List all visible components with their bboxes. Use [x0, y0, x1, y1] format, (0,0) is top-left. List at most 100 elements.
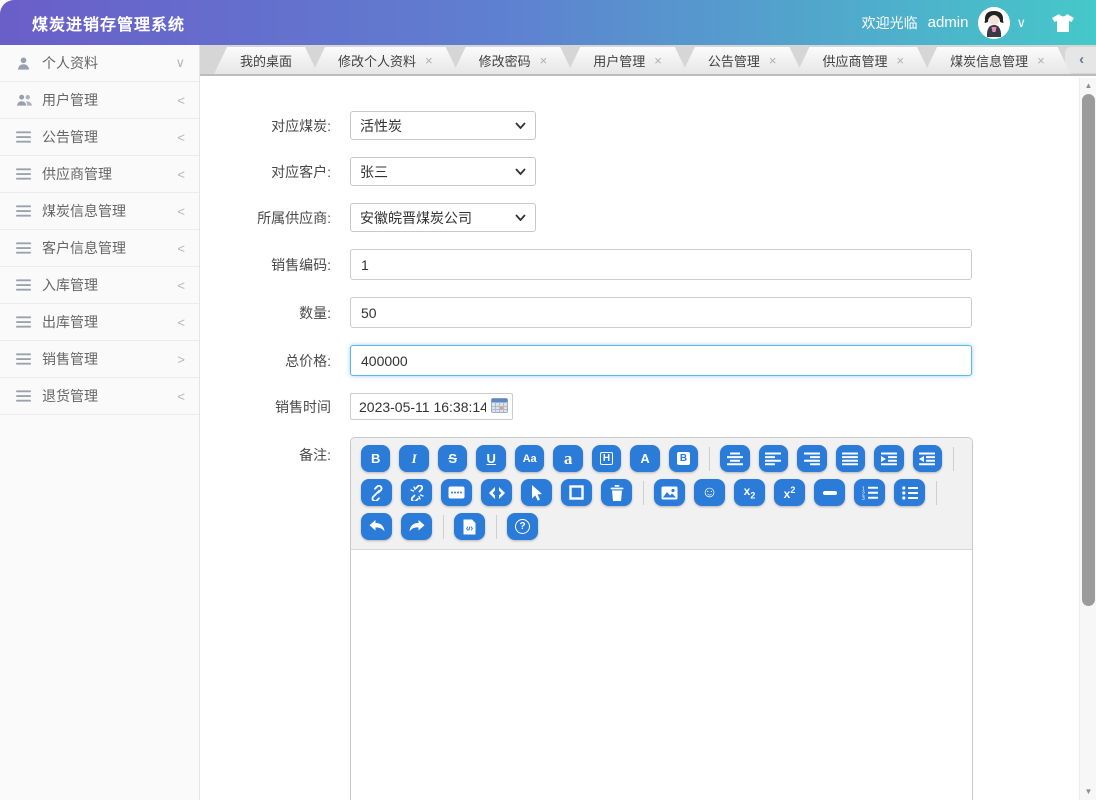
avatar[interactable]: [978, 7, 1010, 39]
highlight-color-button[interactable]: B: [669, 445, 698, 472]
trash-button[interactable]: [601, 479, 632, 506]
align-right-button[interactable]: [797, 445, 826, 472]
font-size-button[interactable]: Aa: [515, 445, 544, 472]
unordered-list-icon: [902, 486, 918, 500]
coal-select[interactable]: 活性炭: [350, 111, 536, 140]
rectangle-icon: [569, 485, 584, 500]
sidebar-item-3[interactable]: 供应商管理<: [0, 156, 199, 193]
sidebar-item-1[interactable]: 用户管理<: [0, 82, 199, 119]
subscript-icon: x2: [744, 484, 756, 500]
textbox-button[interactable]: [441, 479, 472, 506]
strikethrough-icon: S: [448, 451, 457, 466]
sidebar-item-9[interactable]: 退货管理<: [0, 378, 199, 415]
user-icon: [16, 56, 36, 71]
tab-4[interactable]: 公告管理×: [682, 47, 803, 74]
sidebar-item-0[interactable]: 个人资料∨: [0, 45, 199, 82]
app-header: 煤炭进销存管理系统 欢迎光临 admin ∨: [0, 0, 1096, 45]
tab-close-icon[interactable]: ×: [896, 53, 904, 68]
subscript-button[interactable]: x2: [734, 479, 765, 506]
sidebar-item-6[interactable]: 入库管理<: [0, 267, 199, 304]
menu-icon: [16, 242, 36, 254]
sidebar-item-5[interactable]: 客户信息管理<: [0, 230, 199, 267]
help-button[interactable]: ?: [507, 513, 538, 540]
sidebar-item-7[interactable]: 出库管理<: [0, 304, 199, 341]
align-left-button[interactable]: [759, 445, 788, 472]
avatar-image: [978, 7, 1010, 39]
sale-time-input[interactable]: [350, 393, 513, 420]
font-family-button[interactable]: a: [553, 445, 582, 472]
menu-icon: [16, 131, 36, 143]
calendar-icon[interactable]: [491, 398, 508, 413]
scroll-up-icon[interactable]: ▲: [1080, 78, 1096, 94]
superscript-icon: x2: [784, 485, 796, 501]
tab-6[interactable]: 煤炭信息管理×: [924, 47, 1071, 74]
image-button[interactable]: [654, 479, 685, 506]
indent-button[interactable]: [874, 445, 903, 472]
total-price-input[interactable]: [350, 345, 972, 376]
tshirt-icon[interactable]: [1052, 14, 1074, 32]
heading-button[interactable]: H: [592, 445, 621, 472]
sidebar-menu: 个人资料∨用户管理<公告管理<供应商管理<煤炭信息管理<客户信息管理<入库管理<…: [0, 45, 199, 415]
editor-body[interactable]: [351, 550, 972, 800]
indent-icon: [881, 452, 897, 466]
outdent-icon: [919, 452, 935, 466]
source-code-button[interactable]: [454, 513, 485, 540]
align-center-button[interactable]: [720, 445, 749, 472]
cursor-button[interactable]: [521, 479, 552, 506]
link-button[interactable]: [361, 479, 392, 506]
quantity-input[interactable]: [350, 297, 972, 328]
font-color-icon: A: [640, 451, 649, 466]
code-button[interactable]: [481, 479, 512, 506]
tab-close-icon[interactable]: ×: [654, 53, 662, 68]
tab-5[interactable]: 供应商管理×: [796, 47, 930, 74]
horizontal-rule-button[interactable]: [814, 479, 845, 506]
tab-3[interactable]: 用户管理×: [567, 47, 688, 74]
redo-icon: [409, 520, 425, 533]
heading-icon: H: [600, 452, 613, 465]
tab-2[interactable]: 修改密码×: [453, 47, 574, 74]
unordered-list-button[interactable]: [894, 479, 925, 506]
align-right-icon: [804, 452, 820, 466]
image-icon: [661, 486, 678, 500]
tab-1[interactable]: 修改个人资料×: [312, 47, 459, 74]
supplier-select[interactable]: 安徽皖晋煤炭公司: [350, 203, 536, 232]
outdent-button[interactable]: [913, 445, 942, 472]
strikethrough-button[interactable]: S: [438, 445, 467, 472]
tab-0[interactable]: 我的桌面: [214, 47, 318, 74]
tab-scroll-left-button[interactable]: ‹: [1071, 51, 1093, 68]
sidebar-item-4[interactable]: 煤炭信息管理<: [0, 193, 199, 230]
rectangle-button[interactable]: [561, 479, 592, 506]
italic-button[interactable]: I: [399, 445, 428, 472]
sale-code-label: 销售编码:: [200, 255, 350, 275]
vertical-scrollbar[interactable]: ▲ ▼: [1079, 78, 1096, 800]
sidebar-item-8[interactable]: 销售管理>: [0, 341, 199, 378]
tab-close-icon[interactable]: ×: [1037, 53, 1045, 68]
bold-button[interactable]: B: [361, 445, 390, 472]
customer-select[interactable]: 张三: [350, 157, 536, 186]
editor-toolbar: B I S U Aaa H A B ☺ x2 x2 123?: [351, 438, 972, 550]
customer-label: 对应客户:: [200, 162, 350, 182]
underline-button[interactable]: U: [476, 445, 505, 472]
tab-close-icon[interactable]: ×: [540, 53, 548, 68]
scroll-down-icon[interactable]: ▼: [1080, 784, 1096, 800]
font-color-button[interactable]: A: [630, 445, 659, 472]
remark-label: 备注:: [200, 437, 350, 465]
superscript-button[interactable]: x2: [774, 479, 805, 506]
unlink-button[interactable]: [401, 479, 432, 506]
italic-icon: I: [412, 451, 417, 467]
sidebar-item-2[interactable]: 公告管理<: [0, 119, 199, 156]
menu-icon: [16, 316, 36, 328]
undo-button[interactable]: [361, 513, 392, 540]
ordered-list-button[interactable]: 123: [854, 479, 885, 506]
sale-code-input[interactable]: [350, 249, 972, 280]
rich-text-editor: B I S U Aaa H A B ☺ x2 x2 123?: [350, 437, 973, 800]
chevron-down-icon[interactable]: ∨: [1016, 15, 1026, 31]
scrollbar-thumb[interactable]: [1082, 94, 1095, 606]
redo-button[interactable]: [401, 513, 432, 540]
tab-close-icon[interactable]: ×: [425, 53, 433, 68]
emoji-button[interactable]: ☺: [694, 479, 725, 506]
tab-close-icon[interactable]: ×: [769, 53, 777, 68]
ordered-list-icon: 123: [862, 486, 878, 500]
align-justify-button[interactable]: [836, 445, 865, 472]
bold-icon: B: [371, 451, 380, 466]
